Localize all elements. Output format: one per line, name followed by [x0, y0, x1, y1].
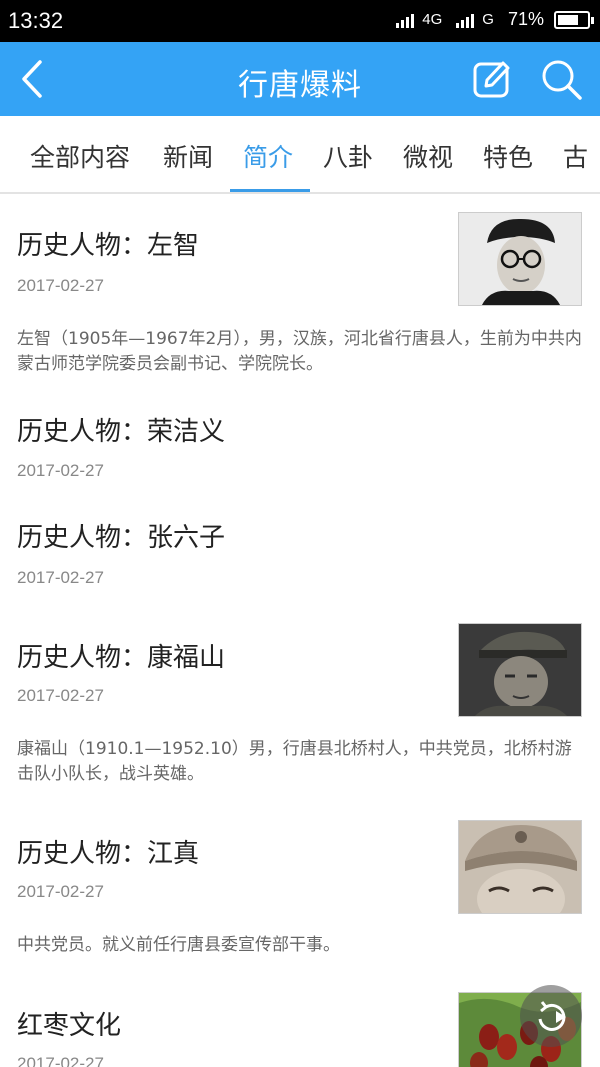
network-type-1: 4G [422, 11, 443, 28]
network-type-2: G [482, 11, 494, 28]
tab-ancient[interactable]: 古 [563, 138, 588, 174]
article-thumbnail [458, 623, 582, 717]
tab-all[interactable]: 全部内容 [30, 138, 130, 174]
category-tabs: 全部内容 新闻 简介 八卦 微视 特色 古 [0, 116, 600, 194]
list-item[interactable]: 历史人物：康福山 2017-02-27 康福山（1910.1—1952.10）男… [0, 607, 600, 802]
article-date: 2017-02-27 [17, 568, 104, 587]
article-date: 2017-02-27 [17, 461, 104, 480]
article-date: 2017-02-27 [17, 882, 104, 901]
list-item[interactable]: 历史人物：张六子 2017-02-27 [0, 497, 600, 607]
signal-icon [396, 12, 415, 28]
article-title: 历史人物：左智 [17, 231, 200, 261]
battery-icon [554, 10, 594, 29]
list-item[interactable]: 历史人物：江真 2017-02-27 中共党员。就义前任行唐县委宣传部干事。 [0, 802, 600, 974]
article-summary: 中共党员。就义前任行唐县委宣传部干事。 [17, 935, 340, 955]
floating-button[interactable] [520, 985, 582, 1047]
article-title: 历史人物：江真 [17, 839, 200, 869]
search-icon[interactable] [540, 58, 584, 102]
list-item[interactable]: 历史人物：左智 2017-02-27 左智（1905年—1967年2月），男，汉… [0, 195, 600, 390]
article-summary: 康福山（1910.1—1952.10）男，行唐县北桥村人，中共党员，北桥村游击队… [17, 739, 572, 784]
tab-intro[interactable]: 简介 [243, 138, 293, 174]
list-item[interactable]: 红枣文化 2017-02-27 [0, 974, 600, 1067]
tab-gossip[interactable]: 八卦 [323, 138, 373, 174]
tab-video[interactable]: 微视 [403, 138, 453, 174]
article-summary: 左智（1905年—1967年2月），男，汉族，河北省行唐县人，生前为中共内蒙古师… [17, 329, 582, 374]
article-title: 历史人物：张六子 [17, 523, 226, 553]
article-thumbnail [458, 820, 582, 914]
refresh-icon [538, 1001, 566, 1031]
status-time: 13:32 [8, 8, 64, 33]
article-title: 历史人物：康福山 [17, 643, 226, 673]
status-bar: 13:32 4G G 71% [0, 0, 600, 42]
tab-feature[interactable]: 特色 [483, 138, 533, 174]
edit-icon[interactable] [472, 58, 512, 100]
active-tab-indicator [230, 189, 310, 192]
article-date: 2017-02-27 [17, 686, 104, 705]
tab-news[interactable]: 新闻 [163, 138, 213, 174]
battery-percent: 71% [507, 9, 544, 29]
article-date: 2017-02-27 [17, 276, 104, 295]
article-date: 2017-02-27 [17, 1054, 104, 1067]
list-item[interactable]: 历史人物：荣洁义 2017-02-27 [0, 390, 600, 497]
status-indicators: 4G G 71% [396, 9, 594, 30]
app-header: 行唐爆料 [0, 42, 600, 116]
article-thumbnail [458, 212, 582, 306]
article-title: 红枣文化 [17, 1011, 122, 1041]
signal-icon-2 [456, 12, 475, 28]
article-title: 历史人物：荣洁义 [17, 417, 226, 447]
